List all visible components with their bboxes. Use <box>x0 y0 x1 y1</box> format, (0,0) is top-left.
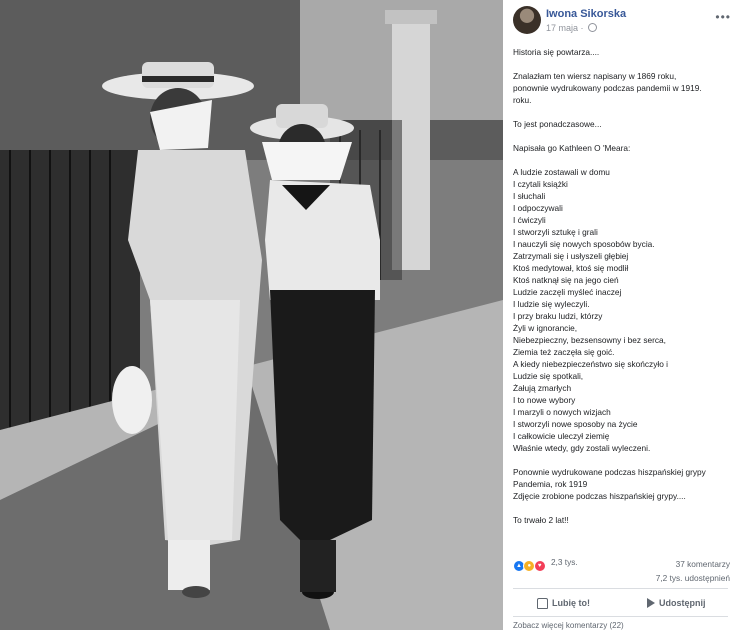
like-button[interactable]: Lubię to! <box>537 592 590 614</box>
post-meta: 17 maja · <box>546 23 598 33</box>
post-text-line: I stworzyli sztukę i grali <box>513 227 598 237</box>
post-text-line: Zatrzymali się i usłyszeli głębiej <box>513 251 629 261</box>
like-button-label: Lubię to! <box>552 598 590 608</box>
post-text-line: I nauczyli się nowych sposobów bycia. <box>513 239 655 249</box>
post-text-line: Historia się powtarza.... <box>513 47 600 57</box>
comments-count[interactable]: 37 komentarzy <box>656 557 730 571</box>
post-text-line: Ludzie zaczęli myśleć inaczej <box>513 287 622 297</box>
post-text-line: A kiedy niebezpieczeństwo się skończyło … <box>513 359 668 369</box>
share-button[interactable]: Udostępnij <box>647 592 706 614</box>
post-text-line: I stworzyli nowe sposoby na życie <box>513 419 638 429</box>
post-text-line: Ktoś natknął się na jego cień <box>513 275 619 285</box>
post-text-blank-line <box>513 502 735 514</box>
post-text-line: To jest ponadczasowe... <box>513 119 602 129</box>
shares-count[interactable]: 7,2 tys. udostępnień <box>656 571 730 585</box>
post-text-line: Niebezpieczny, bezsensowny i bez serca, <box>513 335 666 345</box>
post-text-line: I słuchali <box>513 191 546 201</box>
post-text-line: Napisała go Kathleen O 'Meara: <box>513 143 631 153</box>
photo-illustration <box>0 0 503 630</box>
post-text-line: Ktoś medytował, ktoś się modlił <box>513 263 629 273</box>
post-text-line: Ziemia też zaczęła się goić. <box>513 347 615 357</box>
post-text-line: I ćwiczyli <box>513 215 546 225</box>
reaction-count: 2,3 tys. <box>550 557 578 567</box>
post-text-blank-line <box>513 130 735 142</box>
thumb-up-icon <box>537 597 548 609</box>
post-text-line: Pandemia, rok 1919 <box>513 479 588 489</box>
post-text-line: I ludzie się wyleczyli. <box>513 299 590 309</box>
post-stats: 37 komentarzy 7,2 tys. udostępnień <box>656 557 730 585</box>
post-date[interactable]: 17 maja <box>546 23 578 33</box>
post-photo[interactable] <box>0 0 503 630</box>
post-text-line: Właśnie wtedy, gdy zostali wyleczeni. <box>513 443 651 453</box>
divider <box>513 616 728 617</box>
post-text-line: I to nowe wybory <box>513 395 576 405</box>
post-text-blank-line <box>513 106 735 118</box>
post-text-line: Znalazłam ten wiersz napisany w 1869 rok… <box>513 71 677 81</box>
post-text-line: Ponownie wydrukowane podczas hiszpańskie… <box>513 467 706 477</box>
post-text-blank-line <box>513 58 735 70</box>
more-comments-link[interactable]: Zobacz więcej komentarzy (22) <box>513 621 624 630</box>
post-text-line: I całkowicie uleczył ziemię <box>513 431 610 441</box>
reactions-summary[interactable]: ▲ ● ♥ 2,3 tys. <box>513 557 578 572</box>
post-text-blank-line <box>513 454 735 466</box>
post-text-line: Zdjęcie zrobione podczas hiszpańskiej gr… <box>513 491 686 501</box>
post-text-line: ponownie wydrukowany podczas pandemii w … <box>513 83 702 93</box>
globe-icon <box>588 23 598 32</box>
post-text-line: I marzyli o nowych wizjach <box>513 407 611 417</box>
post-text-line: To trwało 2 lat!! <box>513 515 569 525</box>
post-text-line: I czytali książki <box>513 179 568 189</box>
post-text-line: A ludzie zostawali w domu <box>513 167 610 177</box>
share-arrow-icon <box>647 598 655 608</box>
post-text-blank-line <box>513 154 735 166</box>
post-text-line: I przy braku ludzi, którzy <box>513 311 603 321</box>
love-icon: ♥ <box>533 560 546 572</box>
post-text-line: Żałują zmarłych <box>513 383 572 393</box>
post-text-line: Ludzie się spotkali, <box>513 371 584 381</box>
share-button-label: Udostępnij <box>659 598 706 608</box>
avatar[interactable] <box>513 6 541 34</box>
date-separator: · <box>580 23 584 33</box>
post-header: Iwona Sikorska 17 maja · ••• <box>513 6 733 38</box>
post-text-line: Żyli w ignorancie, <box>513 323 578 333</box>
post-text-line: roku. <box>513 95 532 105</box>
more-dots-icon[interactable]: ••• <box>715 10 731 24</box>
divider <box>513 588 728 589</box>
post-panel: Iwona Sikorska 17 maja · ••• Historia si… <box>503 0 738 630</box>
post-actions: Lubię to! Udostępnij <box>513 592 728 614</box>
author-name[interactable]: Iwona Sikorska <box>546 8 626 20</box>
post-text-line: I odpoczywali <box>513 203 563 213</box>
post-text: Historia się powtarza.... Znalazłam ten w… <box>513 46 735 526</box>
